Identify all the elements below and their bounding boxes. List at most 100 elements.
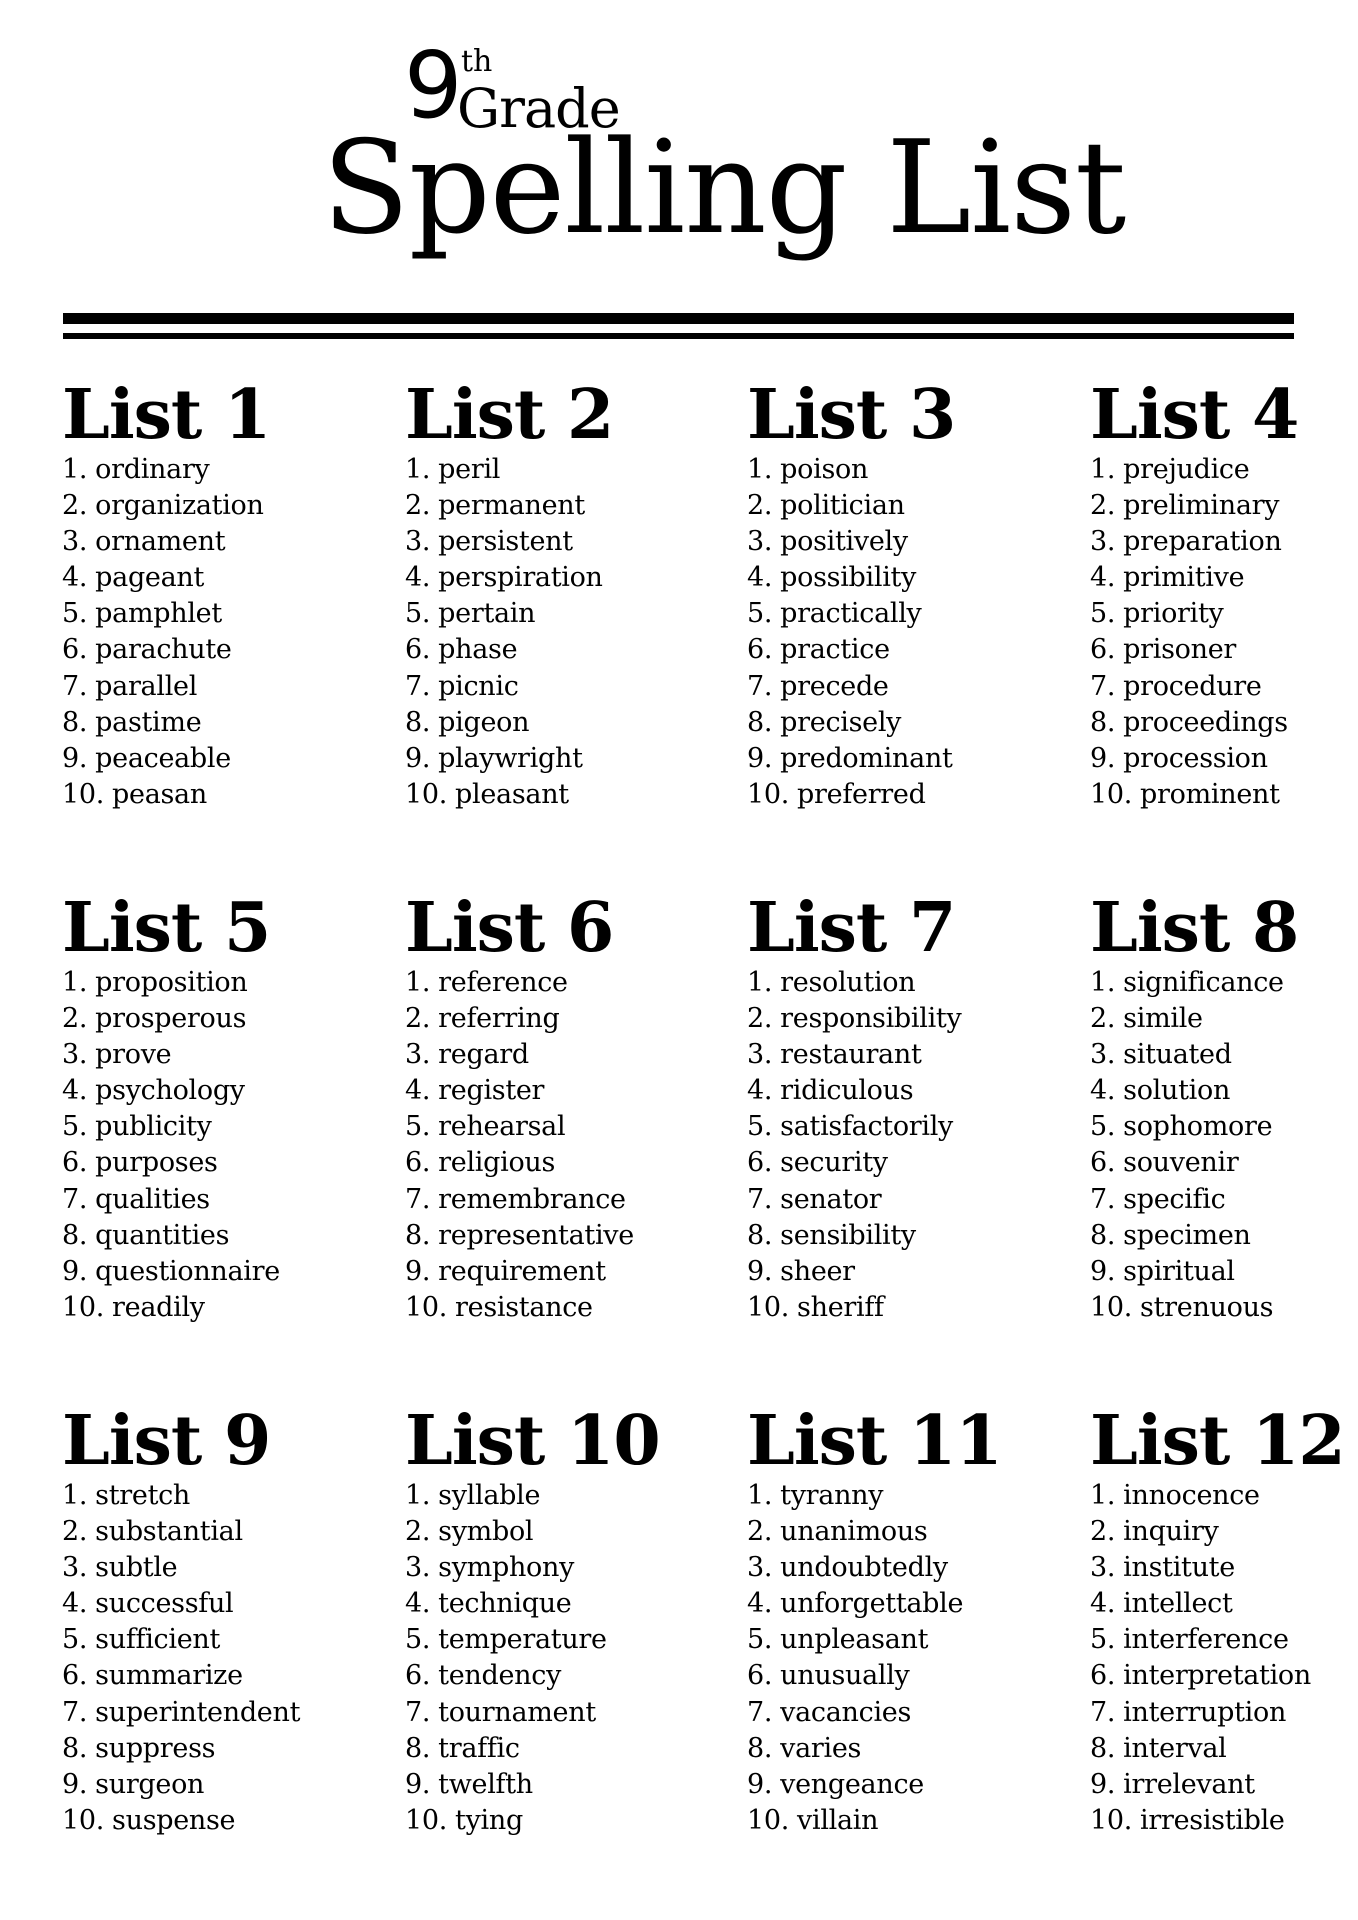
item-number: 5.: [1090, 598, 1116, 630]
list-item: 9. vengeance: [747, 1767, 1077, 1803]
list-item: 3. restaurant: [747, 1037, 1077, 1073]
item-number: 10.: [62, 1804, 105, 1836]
item-number: 5.: [405, 1111, 431, 1143]
item-number: 3.: [1090, 1039, 1116, 1071]
list-item: 2. substantial: [62, 1514, 392, 1550]
spelling-word: preparation: [1123, 526, 1282, 558]
list-item: 1. proposition: [62, 965, 392, 1001]
list-item: 2. simile: [1090, 1001, 1358, 1037]
list-item: 7. precede: [747, 669, 1077, 705]
spelling-word: proceedings: [1123, 706, 1288, 738]
word-list: 1. poison 2. politician 3. positively 4. possib…: [747, 452, 1077, 813]
list-item: 10. peasan: [62, 777, 392, 813]
item-number: 2.: [1090, 1003, 1116, 1035]
word-list: 1. proposition 2. prosperous 3. prove 4. psycho…: [62, 965, 392, 1326]
item-number: 8.: [405, 706, 431, 738]
item-number: 7.: [405, 670, 431, 702]
spelling-list: List 4 1. prejudice 2. preliminary 3. preparat…: [1090, 380, 1358, 813]
spelling-word: symbol: [438, 1516, 534, 1548]
spelling-word: perspiration: [438, 562, 603, 594]
list-item: 3. situated: [1090, 1037, 1358, 1073]
item-number: 4.: [62, 1588, 88, 1620]
spelling-word: satisfactorily: [780, 1111, 954, 1143]
list-item: 5. pertain: [405, 596, 735, 632]
spelling-word: unforgettable: [780, 1588, 964, 1620]
spelling-word: possibility: [780, 562, 917, 594]
list-item: 5. pamphlet: [62, 596, 392, 632]
item-number: 3.: [1090, 526, 1116, 558]
spelling-word: vacancies: [780, 1696, 912, 1728]
spelling-word: requirement: [438, 1255, 606, 1287]
list-item: 9. requirement: [405, 1254, 735, 1290]
list-item: 4. psychology: [62, 1073, 392, 1109]
list-item: 8. sensibility: [747, 1218, 1077, 1254]
spelling-word: inquiry: [1123, 1516, 1219, 1548]
item-number: 1.: [1090, 967, 1116, 998]
list-item: 6. parachute: [62, 632, 392, 668]
item-number: 2.: [747, 1003, 773, 1035]
list-item: 9. irrelevant: [1090, 1767, 1358, 1803]
item-number: 6.: [1090, 634, 1116, 666]
spelling-word: precede: [780, 670, 889, 702]
list-item: 9. surgeon: [62, 1767, 392, 1803]
item-number: 1.: [62, 967, 88, 998]
spelling-word: prominent: [1140, 778, 1280, 810]
list-item: 8. traffic: [405, 1731, 735, 1767]
spelling-word: ridiculous: [780, 1075, 914, 1107]
list-item: 7. specific: [1090, 1182, 1358, 1218]
item-number: 10.: [62, 1291, 105, 1323]
item-number: 4.: [747, 562, 773, 594]
spelling-word: situated: [1123, 1039, 1232, 1071]
spelling-word: specimen: [1123, 1219, 1251, 1251]
list-item: 10. villain: [747, 1803, 1077, 1839]
item-number: 3.: [1090, 1552, 1116, 1584]
spelling-word: undoubtedly: [780, 1552, 948, 1584]
spelling-word: positively: [780, 526, 908, 558]
list-item: 7. qualities: [62, 1182, 392, 1218]
spelling-word: referring: [438, 1003, 560, 1035]
item-number: 2.: [1090, 1516, 1116, 1548]
list-item: 1. prejudice: [1090, 452, 1358, 488]
item-number: 6.: [1090, 1660, 1116, 1692]
list-item: 6. unusually: [747, 1658, 1077, 1694]
list-item: 8. interval: [1090, 1731, 1358, 1767]
spelling-word: irresistible: [1140, 1804, 1285, 1836]
list-item: 9. predominant: [747, 741, 1077, 777]
list-item: 1. peril: [405, 452, 735, 488]
list-item: 6. religious: [405, 1145, 735, 1181]
list-item: 6. summarize: [62, 1658, 392, 1694]
item-number: 3.: [405, 1552, 431, 1584]
spelling-word: tournament: [438, 1696, 596, 1728]
list-item: 2. prosperous: [62, 1001, 392, 1037]
item-number: 7.: [747, 1183, 773, 1215]
spelling-word: questionnaire: [95, 1255, 280, 1287]
item-number: 9.: [405, 1255, 431, 1287]
item-number: 9.: [747, 1255, 773, 1287]
spelling-word: interruption: [1123, 1696, 1287, 1728]
item-number: 2.: [62, 1003, 88, 1035]
list-item: 4. technique: [405, 1586, 735, 1622]
spelling-word: ornament: [95, 526, 226, 558]
spelling-word: pamphlet: [95, 598, 222, 630]
list-item: 7. interruption: [1090, 1695, 1358, 1731]
spelling-word: reference: [438, 967, 568, 998]
item-number: 2.: [405, 490, 431, 522]
list-item: 8. representative: [405, 1218, 735, 1254]
spelling-word: prove: [95, 1039, 172, 1071]
item-number: 5.: [62, 1624, 88, 1656]
item-number: 7.: [747, 1696, 773, 1728]
item-number: 6.: [62, 1147, 88, 1179]
list-item: 1. innocence: [1090, 1478, 1358, 1514]
list-item: 9. sheer: [747, 1254, 1077, 1290]
list-heading: List 9: [62, 1401, 271, 1481]
word-list: 1. significance 2. simile 3. situated 4. soluti…: [1090, 965, 1358, 1326]
item-number: 9.: [1090, 1255, 1116, 1287]
spelling-word: technique: [438, 1588, 572, 1620]
spelling-word: tying: [455, 1804, 523, 1836]
item-number: 7.: [62, 1183, 88, 1215]
spelling-word: pigeon: [438, 706, 530, 738]
item-number: 10.: [747, 1291, 790, 1323]
list-item: 5. interference: [1090, 1622, 1358, 1658]
list-item: 1. significance: [1090, 965, 1358, 1001]
item-number: 2.: [62, 490, 88, 522]
